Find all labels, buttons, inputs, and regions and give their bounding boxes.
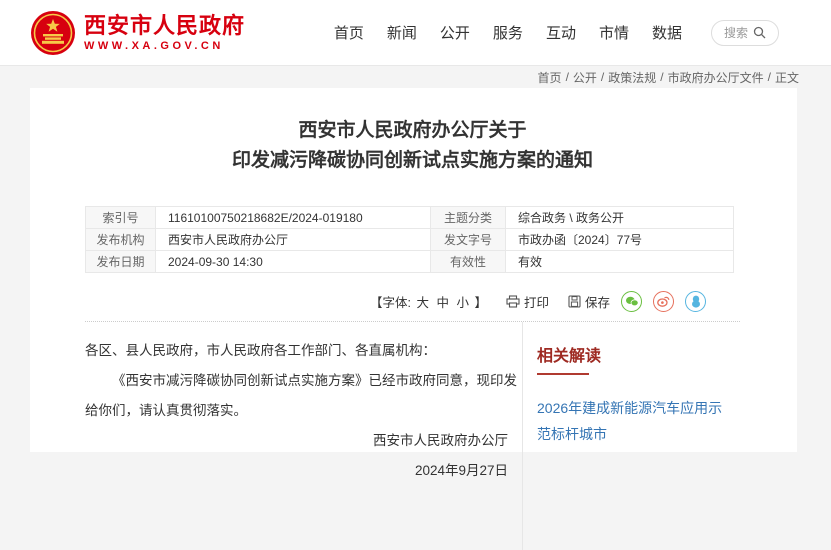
signature-date: 2024年9月27日: [85, 456, 522, 486]
body-paragraph-main: 《西安市减污降碳协同创新试点实施方案》已经市政府同意，现印发给你们，请认真贯彻落…: [85, 366, 522, 426]
share-qq-button[interactable]: [685, 291, 706, 312]
font-size-control: 【字体: 大 中 小 】: [370, 292, 487, 311]
meta-label-issuer: 发布机构: [86, 229, 156, 251]
breadcrumb-item-openness[interactable]: 公开: [573, 69, 597, 86]
share-weibo-button[interactable]: [653, 291, 674, 312]
meta-label-doc-number: 发文字号: [431, 229, 506, 251]
body-paragraph-salutation: 各区、县人民政府，市人民政府各工作部门、各直属机构：: [85, 336, 522, 366]
font-size-suffix: 】: [474, 296, 487, 310]
meta-value-publish-date: 2024-09-30 14:30: [156, 251, 431, 273]
wechat-icon: [625, 296, 639, 307]
breadcrumb-item-policies[interactable]: 政策法规: [608, 69, 656, 86]
page-title-line2: 印发减污降碳协同创新试点实施方案的通知: [85, 146, 740, 176]
share-wechat-button[interactable]: [621, 291, 642, 312]
breadcrumb: 首页 / 公开 / 政策法规 / 市政府办公厅文件 / 正文: [0, 66, 831, 88]
related-reading-link[interactable]: 2026年建成新能源汽车应用示范标杆城市: [537, 395, 727, 447]
meta-value-index: 11610100750218682E/2024-019180: [156, 207, 431, 229]
table-row: 发布日期 2024-09-30 14:30 有效性 有效: [86, 251, 734, 273]
table-row: 索引号 11610100750218682E/2024-019180 主题分类 …: [86, 207, 734, 229]
breadcrumb-item-current: 正文: [775, 69, 799, 86]
national-emblem-icon: [30, 10, 76, 56]
site-url: WWW.XA.GOV.CN: [84, 40, 245, 53]
breadcrumb-separator: /: [660, 70, 663, 84]
nav-item-interaction[interactable]: 互动: [546, 22, 576, 43]
metadata-table: 索引号 11610100750218682E/2024-019180 主题分类 …: [85, 206, 734, 273]
meta-value-doc-number: 市政办函〔2024〕77号: [506, 229, 734, 251]
table-row: 发布机构 西安市人民政府办公厅 发文字号 市政办函〔2024〕77号: [86, 229, 734, 251]
page-title: 西安市人民政府办公厅关于 印发减污降碳协同创新试点实施方案的通知: [85, 116, 740, 176]
page-title-line1: 西安市人民政府办公厅关于: [85, 116, 740, 146]
related-reading-underline: [537, 373, 589, 375]
article-body: 各区、县人民政府，市人民政府各工作部门、各直属机构： 《西安市减污降碳协同创新试…: [85, 322, 522, 550]
article-toolbar: 【字体: 大 中 小 】 打印 保存: [85, 289, 740, 313]
site-logo[interactable]: 西安市人民政府 WWW.XA.GOV.CN: [30, 10, 245, 56]
meta-value-validity: 有效: [506, 251, 734, 273]
print-button[interactable]: 打印: [506, 292, 549, 311]
nav-item-data[interactable]: 数据: [652, 22, 682, 43]
breadcrumb-item-office-docs[interactable]: 市政府办公厅文件: [668, 69, 764, 86]
font-size-small-button[interactable]: 小: [456, 296, 469, 310]
nav-item-home[interactable]: 首页: [334, 22, 364, 43]
document-card: 西安市人民政府办公厅关于 印发减污降碳协同创新试点实施方案的通知 索引号 116…: [30, 88, 797, 452]
site-header: 西安市人民政府 WWW.XA.GOV.CN 首页 新闻 公开 服务 互动 市情 …: [0, 0, 831, 66]
nav-item-city-info[interactable]: 市情: [599, 22, 629, 43]
related-reading-sidebar: 相关解读 2026年建成新能源汽车应用示范标杆城市: [522, 322, 797, 550]
search-icon: [753, 26, 766, 39]
printer-icon: [506, 295, 520, 308]
font-size-medium-button[interactable]: 中: [436, 296, 449, 310]
site-name: 西安市人民政府: [84, 13, 245, 38]
meta-value-issuer: 西安市人民政府办公厅: [156, 229, 431, 251]
meta-label-index: 索引号: [86, 207, 156, 229]
nav-item-services[interactable]: 服务: [493, 22, 523, 43]
main-nav: 首页 新闻 公开 服务 互动 市情 数据 搜索: [334, 20, 779, 46]
breadcrumb-separator: /: [601, 70, 604, 84]
meta-label-publish-date: 发布日期: [86, 251, 156, 273]
save-label: 保存: [585, 292, 610, 311]
search-button[interactable]: 搜索: [711, 20, 779, 46]
nav-item-news[interactable]: 新闻: [387, 22, 417, 43]
font-size-prefix: 【字体:: [370, 296, 411, 310]
save-button[interactable]: 保存: [568, 292, 610, 311]
qq-penguin-icon: [691, 295, 701, 308]
meta-label-category: 主题分类: [431, 207, 506, 229]
breadcrumb-separator: /: [566, 70, 569, 84]
meta-label-validity: 有效性: [431, 251, 506, 273]
search-label: 搜索: [724, 24, 748, 41]
breadcrumb-item-home[interactable]: 首页: [538, 69, 562, 86]
print-label: 打印: [524, 292, 549, 311]
meta-value-category: 综合政务 \ 政务公开: [506, 207, 734, 229]
weibo-icon: [657, 295, 670, 307]
font-size-large-button[interactable]: 大: [416, 296, 429, 310]
related-reading-title: 相关解读: [537, 342, 767, 366]
floppy-disk-icon: [568, 295, 581, 308]
nav-item-openness[interactable]: 公开: [440, 22, 470, 43]
breadcrumb-separator: /: [768, 70, 771, 84]
